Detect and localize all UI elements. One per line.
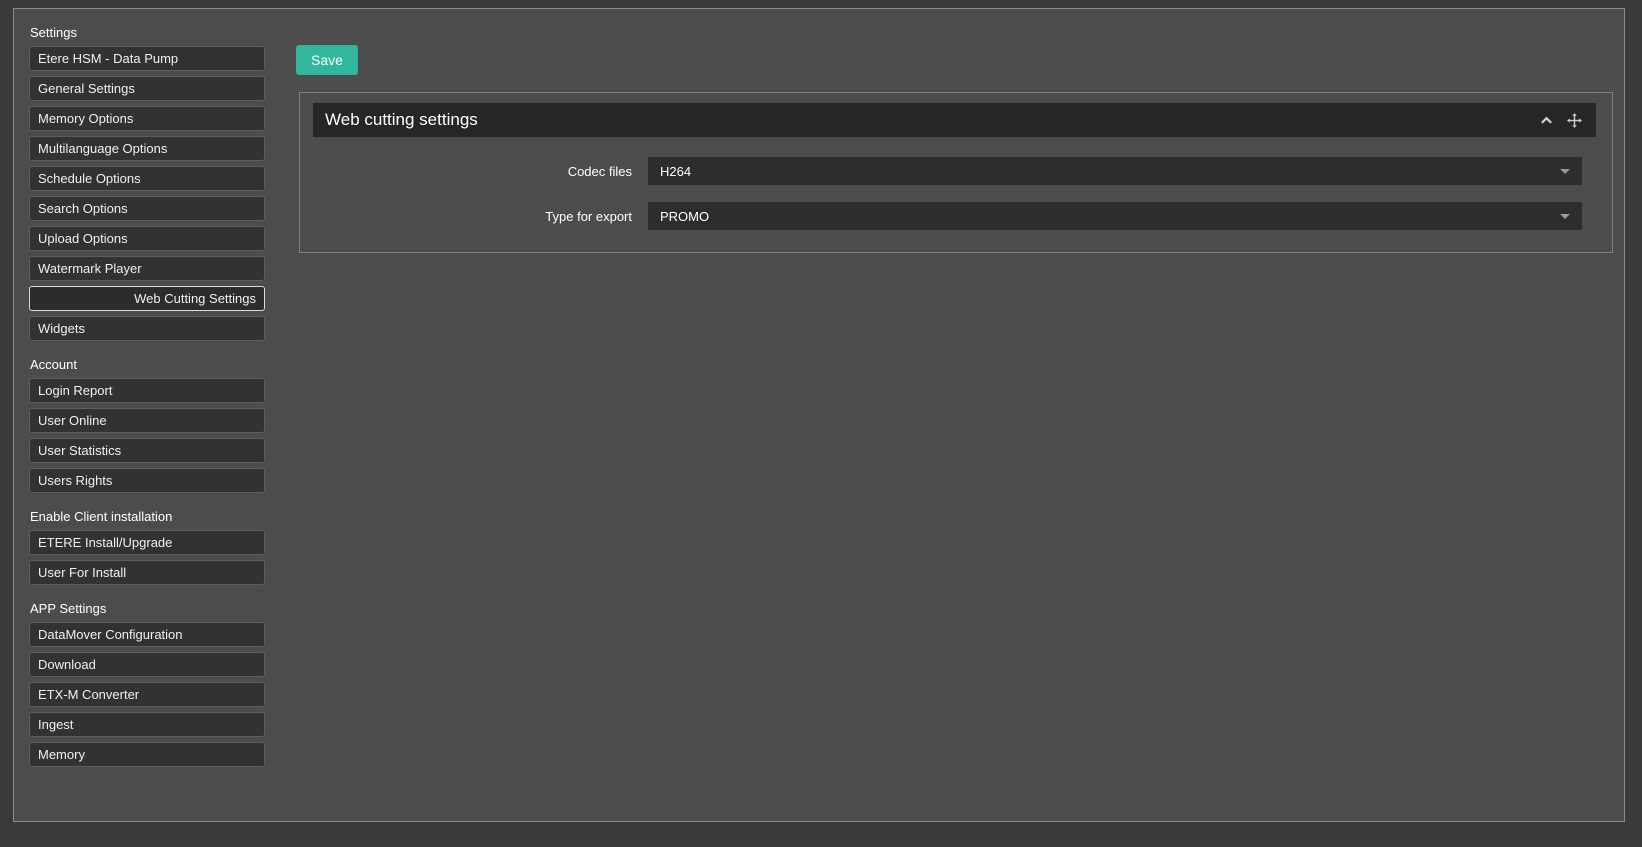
dropdown-value: H264: [660, 164, 691, 179]
sidebar-item-etere-hsm-data-pump[interactable]: Etere HSM - Data Pump: [29, 46, 265, 71]
sidebar-section-enable-client-installation: Enable Client installation ETERE Install/…: [29, 509, 266, 585]
sidebar-item-search-options[interactable]: Search Options: [29, 196, 265, 221]
sidebar-heading: Account: [30, 357, 266, 372]
collapse-icon[interactable]: [1538, 112, 1554, 128]
sidebar-item-ingest[interactable]: Ingest: [29, 712, 265, 737]
sidebar: Settings Etere HSM - Data Pump General Set…: [14, 9, 266, 821]
field-row-codec-files: Codec files H264: [300, 157, 1612, 185]
type-for-export-dropdown[interactable]: PROMO: [648, 202, 1582, 230]
codec-files-dropdown[interactable]: H264: [648, 157, 1582, 185]
content-frame: Settings Etere HSM - Data Pump General Set…: [13, 8, 1625, 822]
sidebar-item-user-statistics[interactable]: User Statistics: [29, 438, 265, 463]
sidebar-section-account: Account Login Report User Online User Stati…: [29, 357, 266, 493]
field-row-type-for-export: Type for export PROMO: [300, 202, 1612, 230]
sidebar-section-settings: Settings Etere HSM - Data Pump General Set…: [29, 25, 266, 341]
sidebar-item-datamover-configuration[interactable]: DataMover Configuration: [29, 622, 265, 647]
sidebar-item-web-cutting-settings[interactable]: Web Cutting Settings: [29, 286, 265, 311]
web-cutting-settings-panel: Web cutting settings: [299, 92, 1613, 253]
sidebar-item-memory[interactable]: Memory: [29, 742, 265, 767]
sidebar-item-etere-install-upgrade[interactable]: ETERE Install/Upgrade: [29, 530, 265, 555]
dropdown-value: PROMO: [660, 209, 709, 224]
move-icon[interactable]: [1566, 112, 1582, 128]
panel-header: Web cutting settings: [313, 103, 1596, 137]
sidebar-item-login-report[interactable]: Login Report: [29, 378, 265, 403]
field-label: Type for export: [300, 209, 648, 224]
panel-title: Web cutting settings: [325, 110, 478, 130]
chevron-down-icon: [1560, 214, 1570, 219]
sidebar-item-general-settings[interactable]: General Settings: [29, 76, 265, 101]
sidebar-item-widgets[interactable]: Widgets: [29, 316, 265, 341]
panel-body: Codec files H264 Type for export PROMO: [300, 157, 1612, 230]
sidebar-item-memory-options[interactable]: Memory Options: [29, 106, 265, 131]
panel-actions: [1538, 112, 1582, 128]
field-label: Codec files: [300, 164, 648, 179]
sidebar-item-download[interactable]: Download: [29, 652, 265, 677]
sidebar-item-multilanguage-options[interactable]: Multilanguage Options: [29, 136, 265, 161]
sidebar-item-users-rights[interactable]: Users Rights: [29, 468, 265, 493]
sidebar-heading: APP Settings: [30, 601, 266, 616]
sidebar-heading: Enable Client installation: [30, 509, 266, 524]
chevron-down-icon: [1560, 169, 1570, 174]
sidebar-item-schedule-options[interactable]: Schedule Options: [29, 166, 265, 191]
sidebar-item-watermark-player[interactable]: Watermark Player: [29, 256, 265, 281]
main-content: Save Web cutting settings: [266, 9, 1624, 821]
sidebar-item-etx-m-converter[interactable]: ETX-M Converter: [29, 682, 265, 707]
sidebar-heading: Settings: [30, 25, 266, 40]
sidebar-item-upload-options[interactable]: Upload Options: [29, 226, 265, 251]
sidebar-item-user-online[interactable]: User Online: [29, 408, 265, 433]
sidebar-section-app-settings: APP Settings DataMover Configuration Downl…: [29, 601, 266, 767]
save-button[interactable]: Save: [296, 45, 358, 75]
sidebar-item-user-for-install[interactable]: User For Install: [29, 560, 265, 585]
